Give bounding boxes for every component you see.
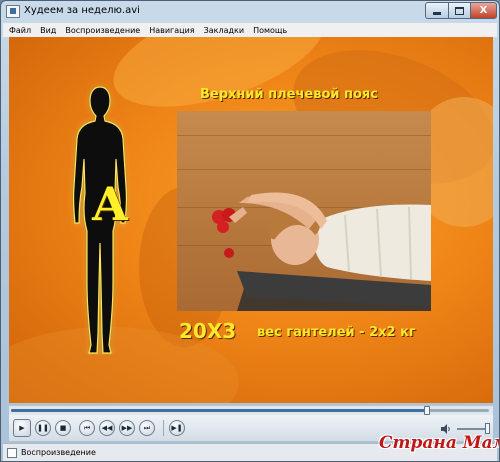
media-player-icon bbox=[6, 5, 20, 18]
skip-back-button[interactable]: ⏮ bbox=[79, 420, 95, 436]
menu-view[interactable]: Вид bbox=[40, 26, 56, 35]
maximize-icon bbox=[455, 6, 464, 15]
exercise-heading: Верхний плечевой пояс bbox=[200, 87, 378, 102]
menu-help[interactable]: Помощь bbox=[253, 26, 287, 35]
play-button[interactable]: ▶ bbox=[13, 419, 31, 437]
seek-thumb[interactable] bbox=[423, 406, 430, 415]
window-title: Худеем за неделю.avi bbox=[24, 5, 140, 16]
controls-divider bbox=[163, 420, 164, 436]
maximize-button[interactable] bbox=[448, 2, 471, 19]
fast-forward-button[interactable]: ▶▶ bbox=[119, 420, 135, 436]
skip-back-icon: ⏮ bbox=[83, 423, 91, 432]
stop-button[interactable]: ■ bbox=[55, 420, 71, 436]
status-text: Воспроизведение bbox=[21, 448, 96, 457]
seek-track[interactable] bbox=[11, 406, 489, 415]
volume-slider-track[interactable] bbox=[457, 428, 487, 430]
site-watermark: Страна Мам bbox=[379, 433, 500, 453]
body-type-letter: A bbox=[92, 177, 128, 231]
video-frame[interactable]: A Верхний плечевой пояс 20Х3 вес гантеле… bbox=[9, 37, 493, 403]
close-icon: X bbox=[479, 5, 488, 16]
rewind-button[interactable]: ◀◀ bbox=[99, 420, 115, 436]
play-icon: ▶ bbox=[19, 423, 25, 432]
exercise-photo bbox=[177, 111, 431, 311]
media-player-window: Худеем за неделю.avi X Файл Вид Воспроиз… bbox=[0, 0, 500, 462]
minimize-icon bbox=[433, 12, 441, 15]
minimize-button[interactable] bbox=[425, 2, 449, 19]
sets-caption: 20Х3 bbox=[179, 319, 237, 343]
title-bar[interactable]: Худеем за неделю.avi X bbox=[1, 1, 499, 23]
frame-step-button[interactable]: ▶❚ bbox=[169, 420, 185, 436]
woman-exercising-illustration bbox=[212, 192, 431, 311]
seek-progress-fill bbox=[11, 409, 427, 412]
fast-forward-icon: ▶▶ bbox=[121, 423, 133, 432]
skip-forward-icon: ⏭ bbox=[143, 423, 151, 432]
seek-bar[interactable] bbox=[9, 405, 493, 415]
pause-button[interactable]: ❚❚ bbox=[35, 420, 51, 436]
skip-forward-button[interactable]: ⏭ bbox=[139, 420, 155, 436]
menu-bar: Файл Вид Воспроизведение Навигация Закла… bbox=[3, 23, 497, 37]
frame-step-icon: ▶❚ bbox=[171, 423, 183, 432]
close-button[interactable]: X bbox=[470, 2, 497, 19]
status-document-icon bbox=[7, 448, 17, 458]
rewind-icon: ◀◀ bbox=[101, 423, 113, 432]
menu-file[interactable]: Файл bbox=[9, 26, 31, 35]
pause-icon: ❚❚ bbox=[37, 423, 49, 432]
stop-icon: ■ bbox=[59, 423, 67, 432]
menu-bookmarks[interactable]: Закладки bbox=[204, 26, 244, 35]
weight-caption: вес гантелей - 2х2 кг bbox=[257, 325, 416, 340]
menu-playback[interactable]: Воспроизведение bbox=[65, 26, 140, 35]
menu-navigation[interactable]: Навигация bbox=[149, 26, 194, 35]
